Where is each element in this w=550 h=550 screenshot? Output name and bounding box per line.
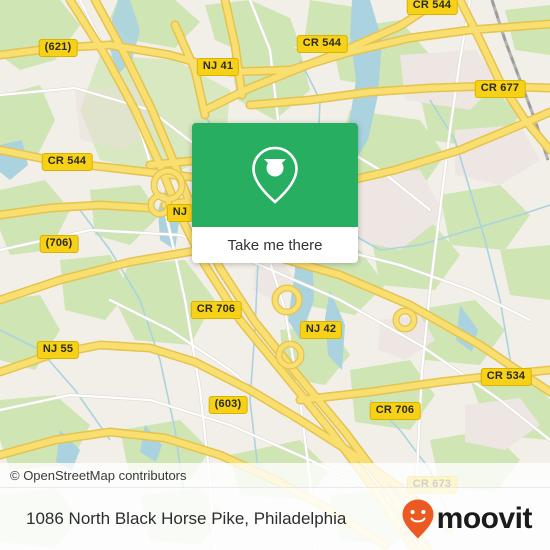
location-pin-icon [252,146,298,204]
road-shield: CR 706 [369,402,421,420]
moovit-pin-icon [402,499,434,539]
road-shield: CR 544 [41,153,93,171]
road-shield: CR 534 [480,368,532,386]
footer-bar: 1086 North Black Horse Pike, Philadelphi… [0,487,550,550]
address-label: 1086 North Black Horse Pike, Philadelphi… [26,509,347,528]
moovit-logo: moovit [401,498,533,540]
location-callout-card[interactable]: Take me there [192,123,358,263]
callout-tail-pointer [264,159,286,170]
road-shield: CR 706 [190,301,242,319]
moovit-wordmark: moovit [436,502,533,535]
osm-attribution[interactable]: © OpenStreetMap contributors [0,463,550,487]
road-shield: NJ 55 [36,341,80,359]
road-shield: CR 544 [406,0,458,15]
road-shield: NJ 42 [299,321,343,339]
road-shield: (621) [38,39,78,57]
road-shield: CR 544 [296,35,348,53]
road-shield: (603) [208,396,248,414]
road-shield: NJ [166,204,194,222]
road-shield: (706) [39,235,79,253]
road-shield: NJ 41 [196,58,240,76]
callout-marker-area [192,123,358,227]
map-screen: .gr{fill:#cfe5b4} .gr2{fill:#d8e8c0} .wt… [0,0,550,550]
take-me-there-button[interactable]: Take me there [192,227,358,263]
road-shield: CR 677 [474,80,526,98]
